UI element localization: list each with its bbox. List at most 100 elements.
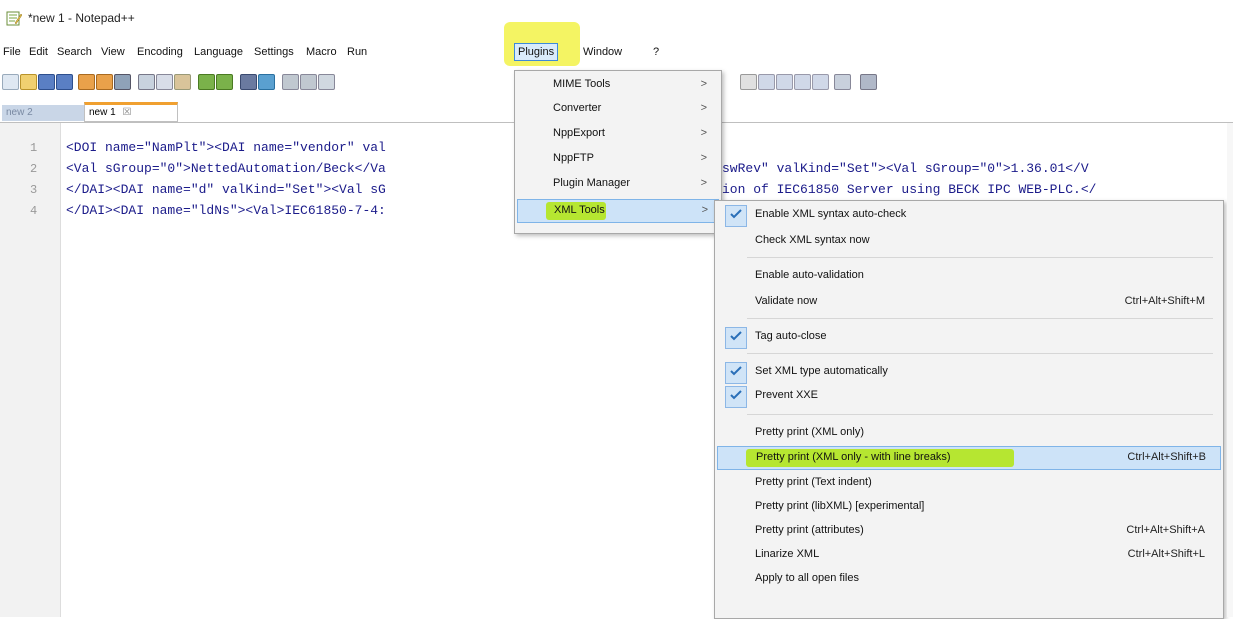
menu-item-shortcut: Ctrl+Alt+Shift+B (1127, 451, 1206, 463)
menu-window[interactable]: Window (582, 46, 623, 58)
zoom-out-icon[interactable] (300, 74, 317, 90)
submenu-arrow-icon: > (700, 78, 707, 90)
checkmark-icon (730, 331, 742, 341)
menu-item-label: Enable XML syntax auto-check (755, 208, 907, 220)
print-icon[interactable] (114, 74, 131, 90)
checkmark-icon (730, 390, 742, 400)
menu-item-label: Apply to all open files (755, 572, 859, 584)
menu-item-label: Plugin Manager (553, 177, 631, 189)
vertical-scrollbar[interactable] (1227, 123, 1233, 617)
tab-new-2[interactable]: new 2 (2, 105, 86, 121)
open-file-icon[interactable] (20, 74, 37, 90)
close-all-icon[interactable] (96, 74, 113, 90)
xml-item-prevent-xxe[interactable]: Prevent XXE (717, 385, 1219, 408)
xml-item-pretty-print-attributes[interactable]: Pretty print (attributes) Ctrl+Alt+Shift… (717, 520, 1219, 542)
xml-item-apply-to-all-open-files[interactable]: Apply to all open files (717, 568, 1219, 590)
menu-item-label: Pretty print (attributes) (755, 524, 864, 536)
checkmark-icon (730, 366, 742, 376)
menu-separator (747, 257, 1213, 258)
menu-settings[interactable]: Settings (253, 46, 295, 58)
menu-item-label: Converter (553, 102, 602, 114)
zoom-in-icon[interactable] (282, 74, 299, 90)
save-macro-icon[interactable] (812, 74, 829, 90)
xml-item-tag-auto-close[interactable]: Tag auto-close (717, 326, 1219, 349)
menu-file[interactable]: File (2, 46, 22, 58)
submenu-arrow-icon: > (700, 127, 707, 139)
xml-item-linarize-xml[interactable]: Linarize XML Ctrl+Alt+Shift+L (717, 544, 1219, 566)
menu-search[interactable]: Search (56, 46, 93, 58)
menu-item-label: Set XML type automatically (755, 365, 888, 377)
copy-icon[interactable] (156, 74, 173, 90)
menu-item-label: NppExport (553, 127, 605, 139)
xml-item-pretty-print-libxml[interactable]: Pretty print (libXML) [experimental] (717, 496, 1219, 518)
play-macro-icon[interactable] (776, 74, 793, 90)
undo-icon[interactable] (198, 74, 215, 90)
plugins-item-nppexport[interactable]: NppExport > (517, 123, 717, 145)
xml-item-validate-now[interactable]: Validate now Ctrl+Alt+Shift+M (717, 291, 1219, 313)
line-number: 4 (30, 204, 38, 218)
menu-help[interactable]: ? (652, 46, 660, 58)
xml-item-enable-auto-validation[interactable]: Enable auto-validation (717, 265, 1219, 287)
xml-item-check-syntax-now[interactable]: Check XML syntax now (717, 230, 1219, 252)
stop-macro-icon[interactable] (758, 74, 775, 90)
menu-item-label: Pretty print (libXML) [experimental] (755, 500, 925, 512)
replace-icon[interactable] (258, 74, 275, 90)
menu-macro[interactable]: Macro (305, 46, 338, 58)
menu-item-label: Validate now (755, 295, 818, 307)
code-line-fragment: swRev" valKind="Set"><Val sGroup="0">1.3… (722, 161, 1089, 176)
plugins-item-plugin-manager[interactable]: Plugin Manager > (517, 173, 717, 195)
xml-item-set-xml-type-automatically[interactable]: Set XML type automatically (717, 361, 1219, 384)
menu-item-label: Enable auto-validation (755, 269, 864, 281)
xml-item-enable-syntax-autocheck[interactable]: Enable XML syntax auto-check (717, 204, 1219, 227)
submenu-arrow-icon: > (700, 102, 707, 114)
plugins-item-xml-tools[interactable]: XML Tools > (517, 199, 719, 223)
tab-label: new 2 (6, 107, 33, 118)
plugins-item-mime-tools[interactable]: MIME Tools > (517, 74, 717, 96)
find-icon[interactable] (240, 74, 257, 90)
menu-item-label: Tag auto-close (755, 330, 827, 342)
submenu-arrow-icon: > (700, 152, 707, 164)
cut-icon[interactable] (138, 74, 155, 90)
plugins-item-nppftp[interactable]: NppFTP > (517, 148, 717, 170)
menu-item-shortcut: Ctrl+Alt+Shift+L (1127, 548, 1205, 560)
menu-view[interactable]: View (100, 46, 126, 58)
menu-item-label: NppFTP (553, 152, 594, 164)
code-line: <Val sGroup="0">NettedAutomation/Beck</V… (66, 161, 386, 176)
menu-item-shortcut: Ctrl+Alt+Shift+M (1124, 295, 1205, 307)
run-macro-multiple-icon[interactable] (794, 74, 811, 90)
tab-close-icon[interactable]: ☒ (122, 107, 131, 118)
menu-item-label: Linarize XML (755, 548, 820, 560)
menu-item-shortcut: Ctrl+Alt+Shift+A (1126, 524, 1205, 536)
plugins-item-converter[interactable]: Converter > (517, 98, 717, 120)
menu-plugins[interactable]: Plugins (514, 43, 559, 61)
tab-new-1[interactable]: new 1 ☒ (84, 102, 178, 122)
menu-item-label: Pretty print (XML only - with line break… (756, 451, 951, 463)
record-macro-icon[interactable] (740, 74, 757, 90)
menu-encoding[interactable]: Encoding (136, 46, 184, 58)
xml-item-pretty-print-line-breaks[interactable]: Pretty print (XML only - with line break… (717, 446, 1221, 470)
redo-icon[interactable] (216, 74, 233, 90)
menu-item-label: XML Tools (554, 204, 605, 216)
line-number: 1 (30, 141, 38, 155)
xml-item-pretty-print-xml-only[interactable]: Pretty print (XML only) (717, 422, 1219, 444)
sync-scroll-icon[interactable] (318, 74, 335, 90)
code-line: </DAI><DAI name="ldNs"><Val>IEC61850-7-4… (66, 203, 386, 218)
plugin-toolbar-icon[interactable] (834, 74, 851, 90)
title-bar: *new 1 - Notepad++ (0, 0, 1233, 40)
close-icon[interactable] (78, 74, 95, 90)
menu-bar: File Edit Search View Encoding Language … (0, 42, 1233, 64)
tab-label: new 1 (89, 107, 116, 118)
menu-run[interactable]: Run (346, 46, 368, 58)
paste-icon[interactable] (174, 74, 191, 90)
xml-item-pretty-print-text-indent[interactable]: Pretty print (Text indent) (717, 472, 1219, 494)
submenu-arrow-icon: > (700, 177, 707, 189)
save-all-icon[interactable] (56, 74, 73, 90)
new-file-icon[interactable] (2, 74, 19, 90)
menu-item-label: Pretty print (Text indent) (755, 476, 872, 488)
misc-toolbar-icon[interactable] (860, 74, 877, 90)
menu-language[interactable]: Language (193, 46, 244, 58)
menu-edit[interactable]: Edit (28, 46, 49, 58)
menu-separator (747, 353, 1213, 354)
save-icon[interactable] (38, 74, 55, 90)
menu-item-label: MIME Tools (553, 78, 611, 90)
